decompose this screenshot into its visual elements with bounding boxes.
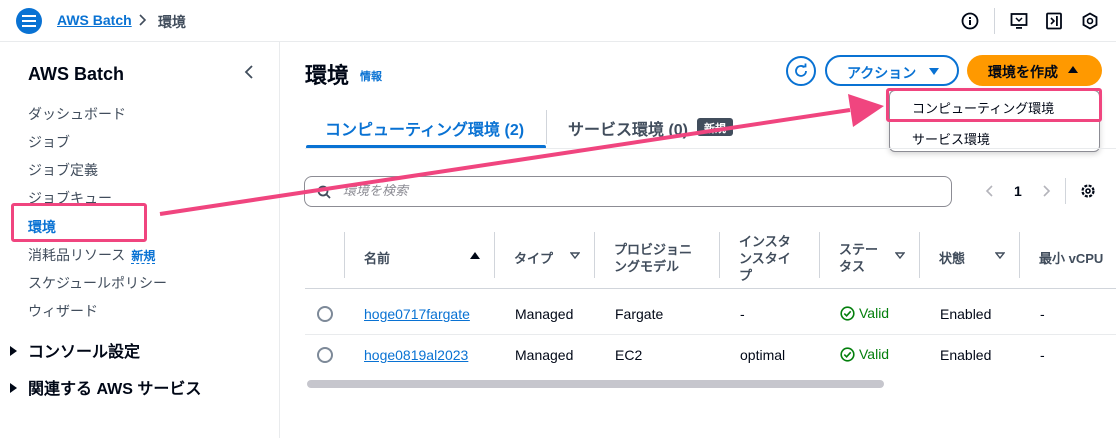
type-cell: Managed bbox=[515, 347, 574, 363]
refresh-button[interactable] bbox=[786, 56, 816, 86]
instance-type-cell: - bbox=[740, 306, 745, 322]
page-title: 環境 bbox=[305, 63, 350, 88]
breadcrumb-current: 環境 bbox=[158, 14, 186, 30]
caret-right-icon bbox=[10, 346, 17, 356]
status-cell: Valid bbox=[840, 305, 889, 321]
sidebar-item-job-definitions[interactable]: ジョブ定義 bbox=[28, 160, 98, 180]
horizontal-scrollbar[interactable] bbox=[307, 380, 884, 388]
min-vcpu-cell: - bbox=[1040, 306, 1045, 322]
info-link[interactable]: 情報 bbox=[360, 68, 382, 84]
search-input[interactable] bbox=[343, 183, 943, 198]
column-header-name[interactable]: 名前 bbox=[344, 228, 494, 288]
instance-type-cell: optimal bbox=[740, 347, 786, 363]
table-header-divider bbox=[305, 288, 1116, 289]
type-cell: Managed bbox=[515, 306, 574, 322]
row-select-radio[interactable] bbox=[317, 306, 333, 322]
sidebar-item-jobs[interactable]: ジョブ bbox=[28, 132, 70, 152]
actions-button[interactable]: アクション bbox=[825, 55, 959, 86]
state-cell: Enabled bbox=[940, 306, 992, 322]
sidebar-item-consumable-resources[interactable]: 消耗品リソース 新規 bbox=[28, 245, 156, 265]
sidebar-title: AWS Batch bbox=[28, 64, 125, 84]
status-cell: Valid bbox=[840, 346, 889, 362]
caret-down-icon bbox=[929, 68, 939, 75]
column-header-provisioning-model[interactable]: プロビジョニングモデル bbox=[594, 228, 719, 288]
sidebar-section-console-settings[interactable]: コンソール設定 bbox=[10, 338, 140, 362]
search-icon bbox=[317, 185, 331, 199]
pagination-divider bbox=[1065, 178, 1066, 204]
row-select-radio[interactable] bbox=[317, 347, 333, 363]
previous-page-icon[interactable] bbox=[984, 183, 996, 199]
annotation-highlight-environments bbox=[11, 203, 147, 242]
new-badge: 新規 bbox=[131, 249, 156, 264]
chevron-left-icon[interactable] bbox=[242, 64, 256, 80]
top-navigation-bar: AWS Batch 環境 bbox=[0, 0, 1116, 42]
column-header-instance-type[interactable]: インスタンスタイプ bbox=[719, 228, 819, 288]
toolbar-divider bbox=[994, 8, 995, 34]
panel-icon[interactable] bbox=[1045, 12, 1063, 30]
check-circle-icon bbox=[840, 306, 855, 321]
menu-icon[interactable] bbox=[16, 8, 42, 34]
tab-service-environments[interactable]: サービス環境 (0) bbox=[568, 116, 688, 140]
sidebar-section-related-services[interactable]: 関連する AWS サービス bbox=[10, 375, 201, 399]
tab-compute-environments[interactable]: コンピューティング環境 (2) bbox=[325, 116, 524, 140]
annotation-highlight-menu-item bbox=[886, 88, 1102, 122]
create-environment-button[interactable]: 環境を作成 bbox=[967, 55, 1102, 86]
column-header-min-vcpu[interactable]: 最小 vCPU bbox=[1019, 228, 1116, 288]
sort-icon bbox=[570, 252, 580, 260]
new-badge: 新規 bbox=[697, 118, 733, 136]
caret-right-icon bbox=[10, 383, 17, 393]
state-cell: Enabled bbox=[940, 347, 992, 363]
screen-icon[interactable] bbox=[1010, 12, 1028, 30]
sidebar-item-dashboard[interactable]: ダッシュボード bbox=[28, 104, 126, 124]
search-box bbox=[304, 176, 952, 207]
sort-icon bbox=[895, 252, 905, 260]
tabs-baseline bbox=[305, 148, 1116, 149]
column-header-status[interactable]: ステータス bbox=[819, 228, 919, 288]
sidebar-item-scheduling-policies[interactable]: スケジュールポリシー bbox=[28, 273, 167, 293]
provisioning-cell: EC2 bbox=[615, 347, 643, 363]
tab-divider bbox=[546, 110, 547, 144]
column-header-type[interactable]: タイプ bbox=[494, 228, 594, 288]
environment-name-link[interactable]: hoge0717fargate bbox=[364, 306, 470, 322]
column-header-state[interactable]: 状態 bbox=[919, 228, 1019, 288]
next-page-icon[interactable] bbox=[1040, 183, 1052, 199]
row-divider bbox=[305, 334, 1116, 335]
gear-icon[interactable] bbox=[1079, 182, 1097, 200]
current-page-number[interactable]: 1 bbox=[1014, 183, 1022, 199]
sort-ascending-icon bbox=[470, 252, 480, 259]
settings-icon[interactable] bbox=[1081, 12, 1099, 30]
sort-icon bbox=[995, 252, 1005, 260]
info-icon[interactable] bbox=[961, 12, 979, 30]
environment-name-link[interactable]: hoge0819al2023 bbox=[364, 347, 468, 363]
caret-up-icon bbox=[1068, 66, 1078, 73]
chevron-right-icon bbox=[139, 14, 147, 26]
refresh-icon bbox=[795, 63, 807, 77]
provisioning-cell: Fargate bbox=[615, 306, 664, 322]
check-circle-icon bbox=[840, 347, 855, 362]
min-vcpu-cell: - bbox=[1040, 347, 1045, 363]
breadcrumb-root-link[interactable]: AWS Batch bbox=[57, 12, 132, 28]
sidebar-item-wizard[interactable]: ウィザード bbox=[28, 301, 98, 321]
